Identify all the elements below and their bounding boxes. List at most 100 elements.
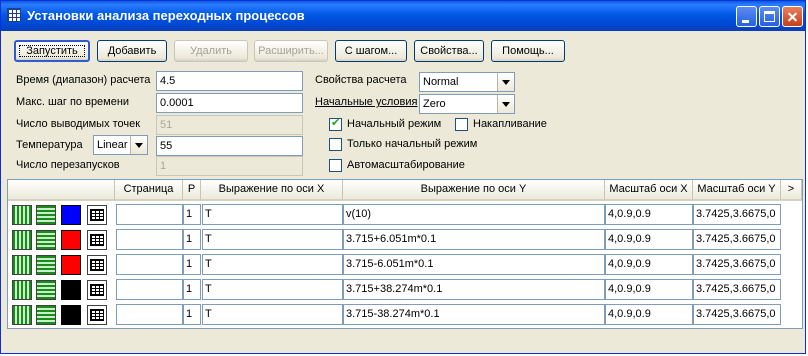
only-initial-checkbox[interactable] [329, 138, 342, 151]
dropdown-arrow-icon[interactable] [497, 73, 514, 91]
max-step-input[interactable]: 0.0001 [156, 93, 303, 113]
horizontal-grid-icon[interactable] [36, 205, 56, 225]
minimize-icon[interactable] [736, 6, 757, 27]
maximize-icon[interactable] [759, 6, 780, 27]
cell-p[interactable]: 1 [183, 254, 201, 275]
header-p[interactable]: P [183, 180, 201, 201]
init-conditions-label: Начальные условия [315, 96, 418, 108]
points-label: Число выводимых точек [16, 118, 141, 130]
table-icon[interactable] [87, 230, 107, 250]
initial-mode-label: Начальный режим [347, 118, 442, 130]
horizontal-grid-icon[interactable] [36, 305, 56, 325]
cell-page[interactable] [116, 229, 183, 250]
vertical-grid-icon[interactable] [12, 205, 32, 225]
autoscale-checkbox[interactable] [329, 159, 342, 172]
dropdown-arrow-icon[interactable] [497, 95, 514, 113]
cell-ys[interactable]: 3.7425,3.6675,0 [693, 229, 781, 250]
properties-button[interactable]: Свойства... [414, 40, 484, 62]
cell-x[interactable]: T [202, 204, 343, 225]
table-row: 1 T 3.715+38.274m*0.1 4,0.9,0.9 3.7425,3.667… [8, 277, 802, 303]
cell-xs[interactable]: 4,0.9,0.9 [605, 279, 693, 300]
cell-page[interactable] [116, 254, 183, 275]
vertical-grid-icon[interactable] [12, 305, 32, 325]
cell-y[interactable]: 3.715-38.274m*0.1 [343, 304, 605, 325]
time-range-input[interactable]: 4.5 [156, 71, 303, 91]
color-swatch-icon[interactable] [61, 205, 81, 225]
cell-ys[interactable]: 3.7425,3.6675,0 [693, 204, 781, 225]
cell-p[interactable]: 1 [183, 279, 201, 300]
color-swatch-icon[interactable] [61, 230, 81, 250]
cell-ys[interactable]: 3.7425,3.6675,0 [693, 304, 781, 325]
close-icon[interactable] [782, 6, 803, 27]
color-swatch-icon[interactable] [61, 305, 81, 325]
table-icon[interactable] [87, 305, 107, 325]
header-page[interactable]: Страница [115, 180, 183, 201]
time-range-label: Время (диапазон) расчета [16, 74, 151, 86]
table-icon[interactable] [87, 280, 107, 300]
accumulate-label: Накапливание [473, 118, 547, 130]
only-initial-label: Только начальный режим [347, 138, 478, 150]
cell-xs[interactable]: 4,0.9,0.9 [605, 204, 693, 225]
cell-y[interactable]: 3.715+6.051m*0.1 [343, 229, 605, 250]
cell-page[interactable] [116, 304, 183, 325]
header-y-expression[interactable]: Выражение по оси Y [343, 180, 605, 201]
add-button[interactable]: Добавить [97, 40, 167, 62]
table-icon[interactable] [87, 205, 107, 225]
accumulate-checkbox[interactable] [455, 118, 468, 131]
cell-y[interactable]: 3.715+38.274m*0.1 [343, 279, 605, 300]
horizontal-grid-icon[interactable] [36, 280, 56, 300]
cell-page[interactable] [116, 204, 183, 225]
temperature-input[interactable]: 55 [156, 136, 303, 156]
title-bar[interactable]: Установки анализа переходных процессов [1, 1, 805, 31]
cell-x[interactable]: T [202, 304, 343, 325]
plot-table: Страница P Выражение по оси X Выражение … [7, 179, 803, 329]
color-swatch-icon[interactable] [61, 255, 81, 275]
delete-button[interactable]: Удалить [174, 40, 248, 62]
cell-p[interactable]: 1 [183, 204, 201, 225]
header-y-scale[interactable]: Масштаб оси Y [693, 180, 781, 201]
cell-ys[interactable]: 3.7425,3.6675,0 [693, 279, 781, 300]
horizontal-grid-icon[interactable] [36, 255, 56, 275]
temperature-mode-select[interactable]: Linear [93, 135, 148, 155]
app-icon [7, 8, 21, 22]
table-row: 1 T 3.715-38.274m*0.1 4,0.9,0.9 3.7425,3.667… [8, 302, 802, 328]
cell-y[interactable]: v(10) [343, 204, 605, 225]
cell-xs[interactable]: 4,0.9,0.9 [605, 229, 693, 250]
expand-button[interactable]: Расширить... [254, 40, 328, 62]
cell-xs[interactable]: 4,0.9,0.9 [605, 304, 693, 325]
cell-x[interactable]: T [202, 279, 343, 300]
vertical-grid-icon[interactable] [12, 230, 32, 250]
cell-y[interactable]: 3.715-6.051m*0.1 [343, 254, 605, 275]
dropdown-arrow-icon[interactable] [130, 136, 147, 154]
table-icon[interactable] [87, 255, 107, 275]
calc-props-select[interactable]: Normal [419, 72, 515, 92]
temperature-label: Температура [16, 139, 83, 151]
cell-x[interactable]: T [202, 254, 343, 275]
horizontal-grid-icon[interactable] [36, 230, 56, 250]
init-conditions-value: Zero [423, 98, 446, 110]
header-x-expression[interactable]: Выражение по оси X [201, 180, 343, 201]
cell-x[interactable]: T [202, 229, 343, 250]
header-more-button[interactable]: > [781, 180, 802, 201]
help-button[interactable]: Помощь... [491, 40, 565, 62]
cell-p[interactable]: 1 [183, 304, 201, 325]
calc-props-value: Normal [423, 76, 459, 88]
cell-xs[interactable]: 4,0.9,0.9 [605, 254, 693, 275]
transient-analysis-dialog: Установки анализа переходных процессов З… [0, 0, 806, 354]
init-conditions-select[interactable]: Zero [419, 94, 515, 114]
color-swatch-icon[interactable] [61, 280, 81, 300]
stepping-button[interactable]: С шагом... [335, 40, 407, 62]
vertical-grid-icon[interactable] [12, 255, 32, 275]
cell-page[interactable] [116, 279, 183, 300]
restarts-input[interactable]: 1 [156, 156, 303, 176]
table-row: 1 T 3.715-6.051m*0.1 4,0.9,0.9 3.7425,3.6675… [8, 252, 802, 278]
cell-ys[interactable]: 3.7425,3.6675,0 [693, 254, 781, 275]
initial-mode-checkbox[interactable] [329, 116, 342, 131]
vertical-grid-icon[interactable] [12, 280, 32, 300]
max-step-label: Макс. шаг по времени [16, 96, 130, 108]
table-row: 1 Tv(10) 4,0.9,0.9 3.7425,3.6675,0 [8, 202, 802, 228]
run-button[interactable]: Запустить [14, 40, 90, 62]
header-x-scale[interactable]: Масштаб оси X [605, 180, 693, 201]
points-input[interactable]: 51 [156, 115, 303, 135]
cell-p[interactable]: 1 [183, 229, 201, 250]
